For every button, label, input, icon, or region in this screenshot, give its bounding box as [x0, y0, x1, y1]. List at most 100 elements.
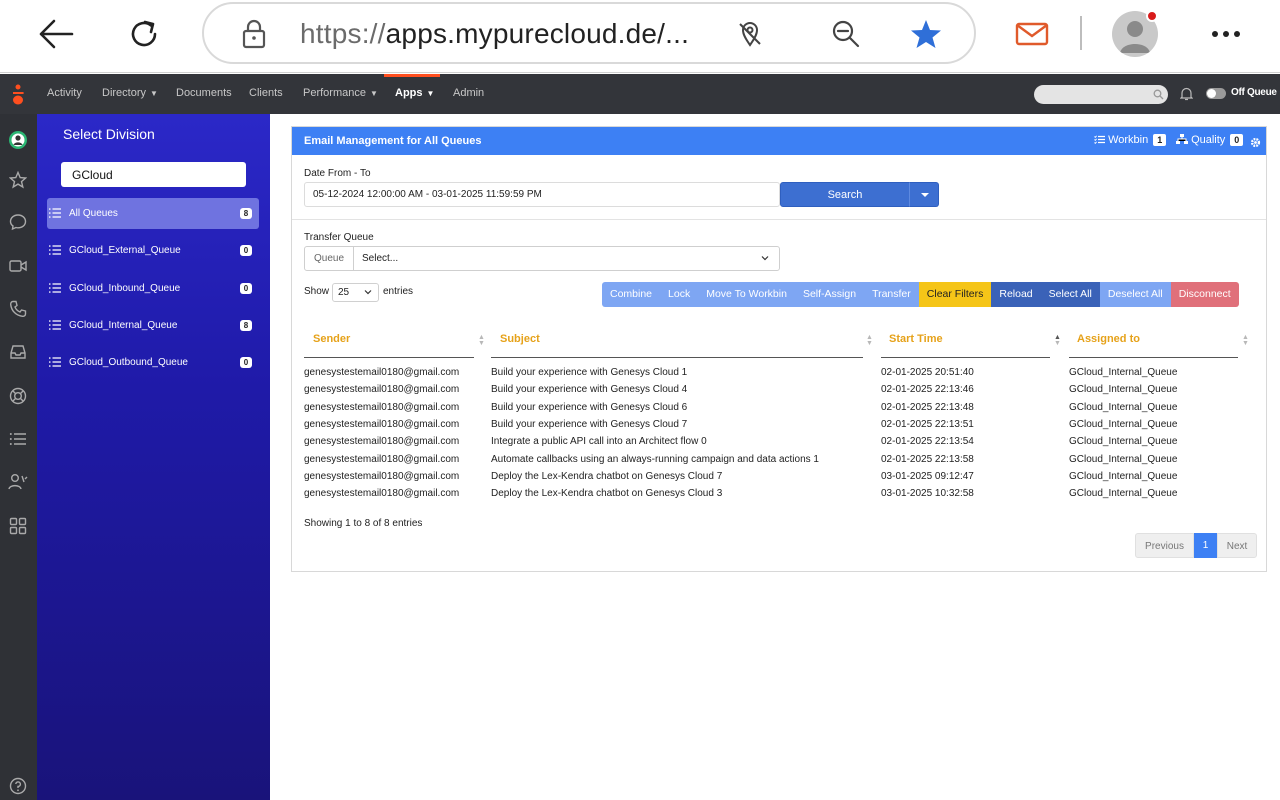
- people-icon[interactable]: [8, 472, 28, 492]
- nav-documents[interactable]: Documents: [176, 87, 232, 99]
- sort-icon[interactable]: ▲ ▼: [1242, 334, 1249, 347]
- quality-button[interactable]: Quality 0: [1176, 134, 1244, 146]
- notifications-bell-icon[interactable]: [1179, 87, 1194, 106]
- column-header-subject[interactable]: Subject: [500, 333, 540, 345]
- table-cell-sender: genesystestemail0180@gmail.com: [304, 367, 460, 378]
- support-icon[interactable]: [8, 386, 28, 406]
- help-icon[interactable]: [8, 776, 28, 796]
- queue-label: GCloud_External_Queue: [69, 245, 181, 257]
- action-button-move-to-workbin[interactable]: Move To Workbin: [698, 282, 795, 307]
- favorite-star-icon[interactable]: [910, 18, 942, 50]
- nav-clients[interactable]: Clients: [249, 87, 283, 99]
- action-button-reload[interactable]: Reload: [991, 282, 1041, 307]
- more-options-icon[interactable]: [1204, 12, 1248, 56]
- settings-gear-icon[interactable]: [1250, 135, 1261, 153]
- address-bar[interactable]: https://apps.mypurecloud.de/...: [202, 2, 976, 64]
- queue-item[interactable]: GCloud_Outbound_Queue 0: [47, 347, 259, 378]
- transfer-queue-select[interactable]: Queue Select...: [304, 246, 780, 271]
- pagination-next[interactable]: Next: [1217, 533, 1257, 558]
- action-button-select-all[interactable]: Select All: [1040, 282, 1100, 307]
- queue-count-badge: 0: [240, 245, 252, 257]
- video-icon[interactable]: [8, 256, 28, 276]
- nav-directory[interactable]: Directory ▼: [102, 87, 158, 99]
- user-status-avatar[interactable]: [8, 130, 28, 150]
- action-button-self-assign[interactable]: Self-Assign: [794, 282, 865, 307]
- queue-status-toggle[interactable]: [1206, 88, 1226, 99]
- action-button-clear-filters[interactable]: Clear Filters: [918, 282, 992, 307]
- pagination-page[interactable]: 1: [1194, 533, 1217, 558]
- header-underline: [304, 357, 474, 358]
- search-button[interactable]: Search: [780, 182, 910, 207]
- table-cell-sender: genesystestemail0180@gmail.com: [304, 418, 460, 430]
- workbin-button[interactable]: Workbin 1: [1094, 134, 1167, 146]
- queue-item[interactable]: All Queues 8: [47, 198, 259, 229]
- nav-admin[interactable]: Admin: [453, 87, 484, 99]
- entries-per-page-select[interactable]: 25: [332, 283, 379, 302]
- table-cell-subject: Build your experience with Genesys Cloud…: [491, 384, 688, 396]
- column-header-start-time[interactable]: Start Time: [889, 333, 943, 345]
- quality-count-badge: 0: [1230, 134, 1244, 146]
- queue-item[interactable]: GCloud_Inbound_Queue 0: [47, 273, 259, 304]
- table-cell-subject: Build your experience with Genesys Cloud…: [491, 418, 688, 430]
- table-cell-assigned: GCloud_Internal_Queue: [1069, 418, 1178, 430]
- list-icon[interactable]: [8, 429, 28, 449]
- section-divider: [292, 219, 1266, 220]
- nav-performance[interactable]: Performance ▼: [303, 87, 378, 99]
- table-cell-subject: Automate callbacks using an always-runni…: [491, 453, 819, 465]
- header-underline: [1069, 357, 1238, 358]
- table-info: Showing 1 to 8 of 8 entries: [304, 518, 423, 529]
- column-header-sender[interactable]: Sender: [313, 333, 350, 345]
- queue-count-badge: 0: [240, 357, 252, 369]
- inbox-icon[interactable]: [8, 342, 28, 362]
- action-button-combine[interactable]: Combine: [602, 282, 661, 307]
- division-search-input[interactable]: [61, 162, 246, 187]
- table-cell-start: 02-01-2025 22:13:48: [881, 401, 974, 413]
- mail-icon[interactable]: [1010, 12, 1054, 56]
- header-underline: [881, 357, 1050, 358]
- pagination-previous[interactable]: Previous: [1135, 533, 1194, 558]
- show-label: Show: [304, 286, 330, 297]
- date-range-label: Date From - To: [304, 168, 371, 179]
- notification-dot: [1146, 10, 1158, 22]
- date-range-input[interactable]: 05-12-2024 12:00:00 AM - 03-01-2025 11:5…: [304, 182, 780, 207]
- queue-item[interactable]: GCloud_Internal_Queue 8: [47, 310, 259, 341]
- table-cell-sender: genesystestemail0180@gmail.com: [304, 488, 460, 500]
- sort-icon[interactable]: ▲ ▼: [478, 334, 485, 347]
- table-cell-assigned: GCloud_Internal_Queue: [1069, 436, 1178, 448]
- table-cell-start: 03-01-2025 10:32:58: [881, 488, 974, 500]
- division-title: Select Division: [63, 126, 155, 142]
- table-cell-subject: Deploy the Lex-Kendra chatbot on Genesys…: [491, 470, 723, 482]
- table-cell-subject: Build your experience with Genesys Cloud…: [491, 367, 688, 378]
- table-cell-assigned: GCloud_Internal_Queue: [1069, 384, 1178, 396]
- phone-icon[interactable]: [8, 299, 28, 319]
- apps-grid-icon[interactable]: [8, 516, 28, 536]
- action-button-disconnect[interactable]: Disconnect: [1170, 282, 1239, 307]
- genesys-logo-icon[interactable]: [10, 84, 26, 106]
- nav-activity[interactable]: Activity: [47, 87, 82, 99]
- sort-ascending-icon[interactable]: ▲ ▼: [1054, 334, 1061, 347]
- list-icon: [49, 320, 61, 330]
- queue-label: All Queues: [69, 208, 118, 219]
- action-button-transfer[interactable]: Transfer: [864, 282, 919, 307]
- back-icon[interactable]: [34, 12, 78, 56]
- star-icon[interactable]: [8, 170, 28, 190]
- zoom-out-icon[interactable]: [830, 18, 862, 50]
- queue-count-badge: 0: [240, 282, 252, 294]
- search-options-dropdown[interactable]: [909, 182, 939, 207]
- location-blocked-icon[interactable]: [734, 18, 766, 50]
- column-header-assigned-to[interactable]: Assigned to: [1077, 333, 1140, 345]
- nav-search-input[interactable]: [1034, 85, 1168, 104]
- action-button-lock[interactable]: Lock: [660, 282, 699, 307]
- sort-icon[interactable]: ▲ ▼: [866, 334, 873, 347]
- queue-tag: Queue: [305, 247, 354, 270]
- action-button-deselect-all[interactable]: Deselect All: [1099, 282, 1171, 307]
- chevron-down-icon: ▼: [426, 89, 435, 98]
- app-navigation: Activity Directory ▼ Documents Clients Pe…: [0, 74, 1280, 114]
- queue-label: GCloud_Outbound_Queue: [69, 357, 188, 369]
- nav-apps[interactable]: Apps ▼: [395, 87, 434, 99]
- reload-icon[interactable]: [122, 12, 166, 56]
- queue-item[interactable]: GCloud_External_Queue 0: [47, 235, 259, 266]
- queue-select-value: Select...: [362, 253, 399, 264]
- chat-icon[interactable]: [8, 212, 28, 232]
- lock-icon[interactable]: [238, 18, 270, 50]
